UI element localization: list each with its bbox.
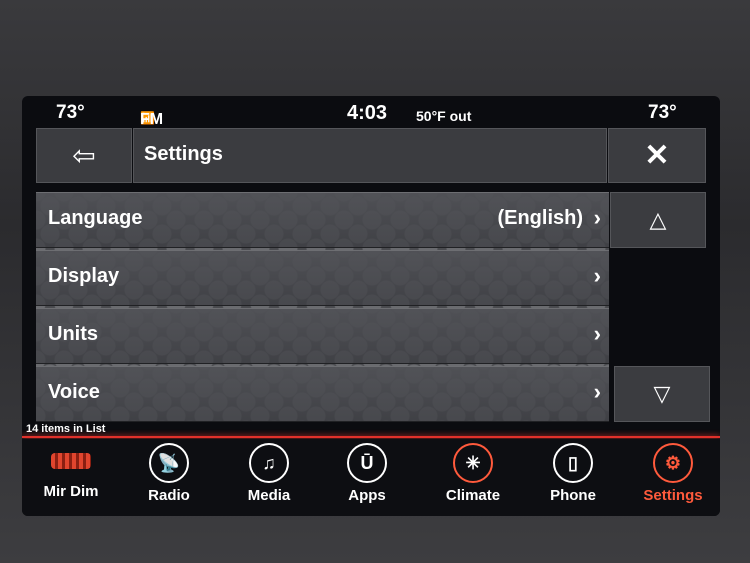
back-button[interactable]: ⇦: [36, 128, 132, 183]
dock-radio[interactable]: 📡 Radio: [126, 443, 212, 511]
dock-media[interactable]: ♫ Media: [226, 443, 312, 511]
phone-icon: ▯: [553, 443, 593, 483]
radio-antenna-icon: 📡: [149, 443, 189, 483]
outside-temp: 50°F out: [416, 108, 472, 124]
triangle-down-icon: ▽: [653, 381, 671, 406]
dock-label: Radio: [148, 487, 190, 504]
music-note-icon: ♫: [249, 443, 289, 483]
settings-header: ⇦ Settings ✕: [36, 128, 706, 184]
dock-climate[interactable]: ✳ Climate: [430, 443, 516, 511]
page-title: Settings: [144, 143, 223, 165]
list-item-label: Voice: [48, 381, 100, 403]
close-icon: ✕: [644, 139, 670, 172]
dock-label: Climate: [445, 487, 501, 504]
close-button[interactable]: ✕: [608, 128, 706, 183]
list-item-label: Language: [48, 207, 143, 229]
dock-label: Mir Dim: [43, 483, 99, 500]
gear-icon: ⚙: [653, 443, 693, 483]
list-item-label: Display: [48, 265, 120, 287]
list-item-units[interactable]: Units ›: [36, 308, 609, 364]
settings-list: Language (English) › Display › Units › V…: [36, 192, 609, 422]
dock-label: Phone: [550, 487, 596, 504]
list-item-display[interactable]: Display ›: [36, 250, 609, 306]
dock-label: Apps: [348, 487, 386, 504]
dock-label: Media: [247, 487, 291, 504]
title-bar: Settings: [133, 128, 607, 183]
status-bar: 73° 📶FM 88.3 4:03 50°F out 73°: [22, 96, 720, 146]
apps-icon: Ū: [347, 443, 387, 483]
back-arrow-icon: ⇦: [72, 140, 96, 171]
list-item-value: (English): [497, 207, 583, 229]
climate-fan-icon: ✳: [453, 443, 493, 483]
dock-phone[interactable]: ▯ Phone: [530, 443, 616, 511]
chevron-right-icon: ›: [593, 379, 601, 404]
scroll-down-button[interactable]: ▽: [614, 366, 710, 422]
triangle-up-icon: △: [649, 207, 667, 232]
list-item-language[interactable]: Language (English) ›: [36, 192, 609, 248]
scroll-up-button[interactable]: △: [610, 192, 706, 248]
list-count: 14 items in List: [26, 423, 106, 435]
driver-temp[interactable]: 73°: [56, 102, 85, 124]
chevron-right-icon: ›: [593, 321, 601, 346]
infotainment-screen: 73° 📶FM 88.3 4:03 50°F out 73° ⇦ Setting…: [22, 96, 720, 516]
dock-mir-dim[interactable]: Mir Dim: [28, 443, 114, 511]
mirror-dim-icon: [51, 453, 91, 469]
chevron-right-icon: ›: [593, 205, 601, 230]
chevron-right-icon: ›: [593, 263, 601, 288]
dock-label: Settings: [643, 487, 703, 504]
dock-apps[interactable]: Ū Apps: [324, 443, 410, 511]
list-item-voice[interactable]: Voice ›: [36, 366, 609, 422]
clock: 4:03: [347, 102, 388, 124]
accent-divider: [22, 436, 720, 438]
bottom-dock: Mir Dim 📡 Radio ♫ Media Ū Apps ✳ Climate…: [22, 439, 720, 516]
passenger-temp[interactable]: 73°: [648, 102, 677, 124]
list-item-label: Units: [48, 323, 98, 345]
dock-settings[interactable]: ⚙ Settings: [630, 443, 716, 511]
